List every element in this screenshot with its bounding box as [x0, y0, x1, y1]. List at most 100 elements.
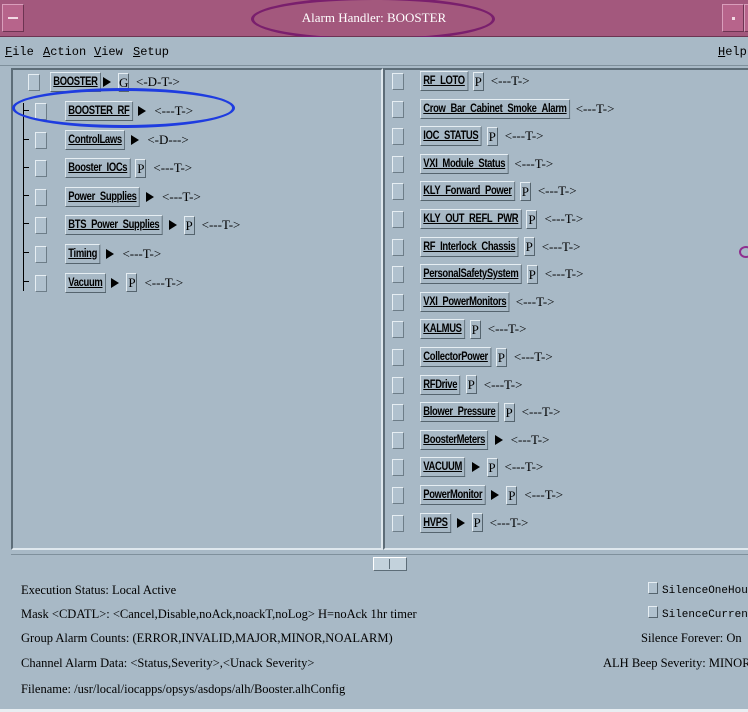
acknowledge-checkbox[interactable] [35, 188, 47, 206]
expand-arrow-icon[interactable] [456, 517, 465, 528]
minimize-button[interactable] [722, 4, 744, 32]
group-button-timing[interactable]: Timing [65, 244, 101, 264]
scrollbar-thumb[interactable] [373, 557, 407, 571]
root-acknowledge-checkbox[interactable] [28, 74, 40, 91]
booster-rf-highlight-ellipse [12, 88, 235, 128]
horizontal-scrollbar[interactable] [11, 554, 748, 573]
silence-one-hour-toggle[interactable]: SilenceOneHour [648, 582, 748, 597]
mask-legend: Mask <CDATL>: <Cancel,Disable,noAck,noac… [21, 607, 417, 621]
process-button[interactable]: P [469, 319, 481, 339]
tree-branch [23, 281, 29, 282]
process-button[interactable]: P [506, 485, 518, 505]
channel-button-kalmus[interactable]: KALMUS [420, 319, 465, 340]
channel-button-vxi-powermonitors[interactable]: VXI_PowerMonitors [420, 291, 510, 312]
menu-file[interactable]: File [5, 45, 34, 59]
alarm-status: <---T-> [122, 246, 162, 261]
channel-button-blower-pressure[interactable]: Blower_Pressure [420, 402, 499, 423]
acknowledge-checkbox[interactable] [392, 431, 404, 449]
acknowledge-checkbox[interactable] [392, 238, 404, 256]
channel-button-vacuum[interactable]: VACUUM [420, 457, 466, 478]
expand-arrow-icon[interactable] [471, 462, 480, 473]
channel-row-kalmus: KALMUS P <---T-> [392, 318, 526, 340]
group-button-controllaws[interactable]: ControlLaws [65, 129, 126, 150]
maximize-button[interactable] [744, 4, 748, 32]
acknowledge-checkbox[interactable] [392, 100, 404, 118]
menu-view[interactable]: View [94, 45, 123, 59]
channel-button-kly-out-refl-pwr[interactable]: KLY_OUT_REFL_PWR [420, 209, 522, 229]
group-button-bts-power-supplies[interactable]: BTS_Power_Supplies [65, 215, 163, 236]
channel-button-vxi-module-status[interactable]: VXI_Module_Status [420, 153, 509, 174]
channel-button-crow-bar-cabinet-smoke-alarm[interactable]: Crow_Bar_Cabinet_Smoke_Alarm [420, 98, 570, 119]
process-button[interactable]: P [465, 375, 477, 395]
silence-forever[interactable]: Silence Forever: On [641, 631, 742, 646]
process-button[interactable]: P [486, 126, 498, 146]
acknowledge-checkbox[interactable] [392, 487, 404, 504]
expand-arrow-icon[interactable] [168, 220, 177, 231]
acknowledge-checkbox[interactable] [392, 293, 404, 311]
acknowledge-checkbox[interactable] [392, 459, 404, 477]
channel-button-hvps[interactable]: HVPS [420, 512, 451, 533]
group-row-controllaws: ControlLaws <-D---> [35, 129, 189, 151]
silence-current-toggle[interactable]: SilenceCurrent [648, 606, 748, 621]
process-button[interactable]: P [472, 71, 484, 91]
menu-help[interactable]: Help [718, 45, 747, 59]
acknowledge-checkbox[interactable] [35, 246, 47, 263]
acknowledge-checkbox[interactable] [392, 73, 404, 90]
process-button[interactable]: P [486, 457, 498, 477]
channel-button-kly-forward-power[interactable]: KLY_Forward_Power [420, 181, 515, 202]
acknowledge-checkbox[interactable] [35, 160, 47, 178]
beep-severity[interactable]: ALH Beep Severity: MINOR [603, 656, 748, 671]
acknowledge-checkbox[interactable] [392, 128, 404, 146]
acknowledge-checkbox[interactable] [392, 321, 404, 339]
group-button-booster-iocs[interactable]: Booster_IOCs [65, 158, 131, 179]
channel-button-boostermeters[interactable]: BoosterMeters [420, 429, 489, 450]
silence-one-hour-checkbox[interactable] [648, 582, 658, 594]
channel-row-vacuum: VACUUM P <---T-> [392, 456, 543, 478]
group-button-vacuum[interactable]: Vacuum [65, 272, 106, 293]
alarm-status: <---T-> [514, 155, 554, 171]
channel-button-rf-loto[interactable]: RF_LOTO [420, 71, 469, 91]
acknowledge-checkbox[interactable] [35, 274, 47, 292]
acknowledge-checkbox[interactable] [392, 376, 404, 394]
channel-row-ioc-status: IOC_STATUS P <---T-> [392, 125, 544, 147]
expand-arrow-icon[interactable] [106, 249, 115, 259]
process-button[interactable]: P [523, 237, 535, 257]
channel-button-rfdrive[interactable]: RFDrive [420, 374, 461, 395]
process-button[interactable]: P [471, 513, 483, 533]
acknowledge-checkbox[interactable] [392, 155, 404, 173]
process-button[interactable]: P [526, 264, 538, 284]
channel-button-rf-interlock-chassis[interactable]: RF_Interlock_Chassis [420, 236, 519, 257]
process-button[interactable]: P [526, 209, 538, 229]
expand-arrow-icon[interactable] [111, 277, 120, 288]
acknowledge-checkbox[interactable] [392, 183, 404, 201]
process-button[interactable]: P [519, 181, 531, 201]
expand-arrow-icon[interactable] [131, 134, 140, 145]
annotation-mark [739, 246, 748, 258]
acknowledge-checkbox[interactable] [392, 404, 404, 422]
channel-button-ioc-status[interactable]: IOC_STATUS [420, 126, 482, 147]
acknowledge-checkbox[interactable] [35, 217, 47, 235]
process-button[interactable]: P [503, 402, 515, 422]
menu-setup[interactable]: Setup [133, 45, 169, 59]
channel-button-collectorpower[interactable]: CollectorPower [420, 347, 492, 367]
acknowledge-checkbox[interactable] [392, 211, 404, 228]
expand-arrow-icon[interactable] [491, 490, 500, 500]
acknowledge-checkbox[interactable] [35, 131, 47, 149]
alarm-handler-window: Alarm Handler: BOOSTER File Action View … [0, 0, 748, 712]
expand-arrow-icon[interactable] [146, 191, 155, 202]
group-button-power-supplies[interactable]: Power_Supplies [65, 186, 140, 207]
channel-button-powermonitor[interactable]: PowerMonitor [420, 485, 486, 505]
alarm-status: <---T-> [513, 349, 553, 364]
expand-arrow-icon[interactable] [494, 434, 503, 445]
channel-button-personalsafetysystem[interactable]: PersonalSafetySystem [420, 264, 522, 285]
process-button[interactable]: P [183, 215, 195, 235]
expand-arrow-icon[interactable] [102, 77, 111, 87]
acknowledge-checkbox[interactable] [392, 514, 404, 532]
silence-current-checkbox[interactable] [648, 606, 658, 618]
process-button[interactable]: P [135, 158, 147, 178]
process-button[interactable]: P [126, 273, 138, 293]
process-button[interactable]: P [495, 347, 507, 367]
acknowledge-checkbox[interactable] [392, 349, 404, 366]
menu-action[interactable]: Action [43, 45, 86, 59]
acknowledge-checkbox[interactable] [392, 266, 404, 284]
